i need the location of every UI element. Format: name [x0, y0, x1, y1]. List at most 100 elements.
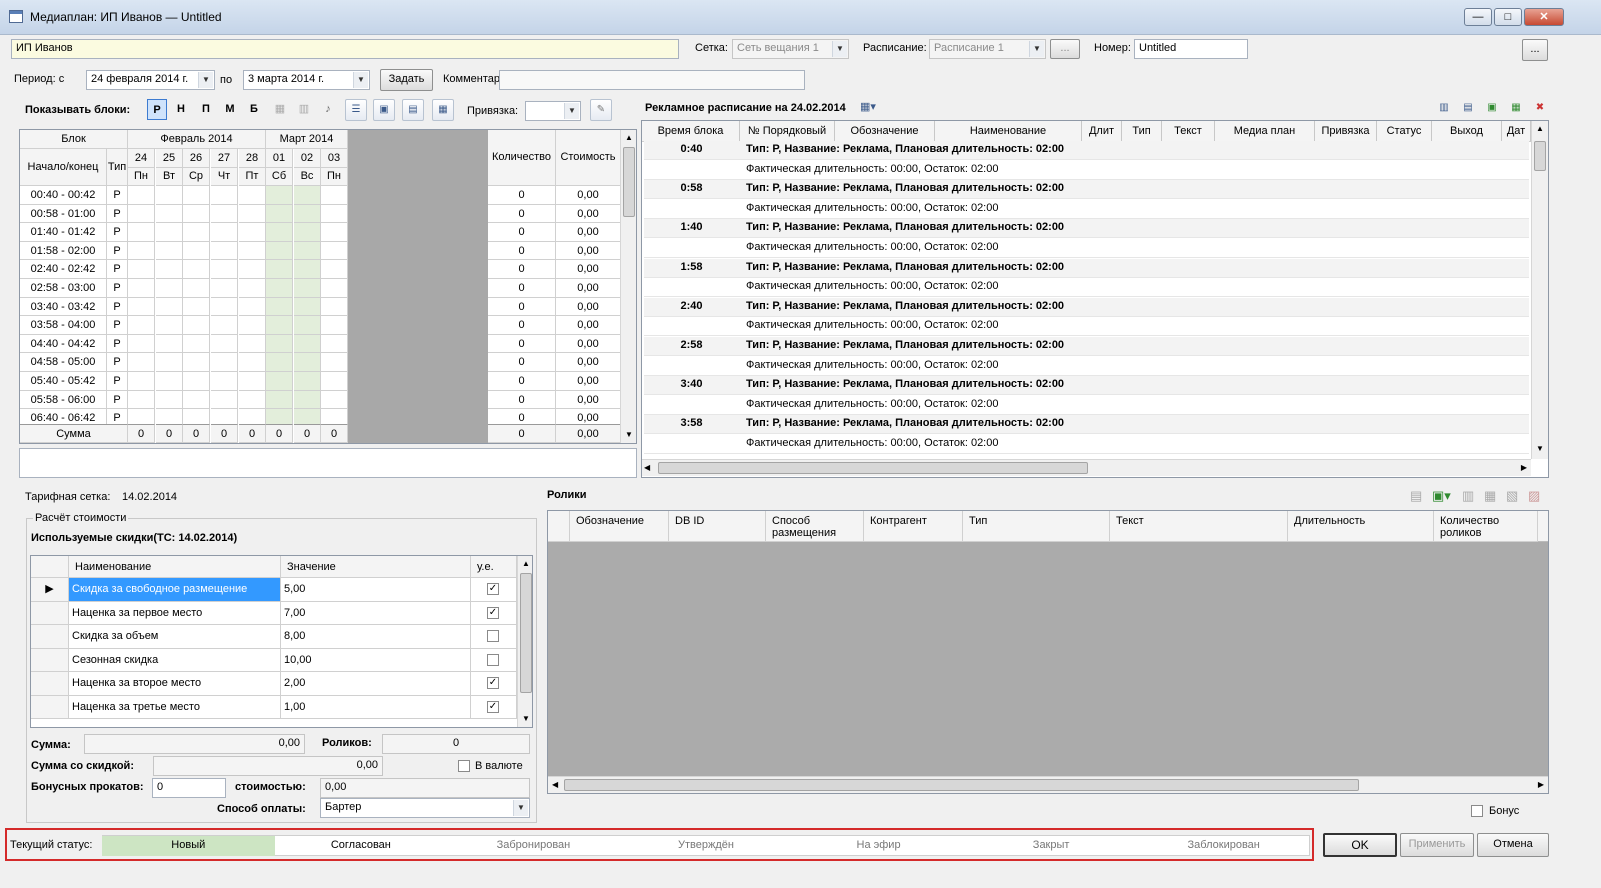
- discount-name[interactable]: Наценка за третье место: [69, 695, 281, 719]
- schedule-block-row[interactable]: 0:58 Тип: Р, Название: Реклама, Плановая …: [644, 180, 1529, 200]
- day-cell[interactable]: [156, 260, 183, 279]
- discount-ue-checkbox[interactable]: ✓: [487, 606, 499, 619]
- day-cell[interactable]: [128, 353, 155, 372]
- discount-ue-checkbox[interactable]: [487, 630, 499, 642]
- discount-value[interactable]: 1,00: [281, 695, 471, 719]
- day-cell[interactable]: [156, 186, 183, 205]
- list-move-icon[interactable]: ▦: [1506, 98, 1526, 118]
- day-cell[interactable]: [183, 223, 210, 242]
- day-cell[interactable]: [266, 316, 293, 335]
- status-step[interactable]: Новый: [102, 836, 275, 856]
- day-cell[interactable]: [266, 186, 293, 205]
- block-grid-scrollbar[interactable]: ▲ ▼: [620, 130, 636, 443]
- day-cell[interactable]: [211, 279, 238, 298]
- list-insert-icon[interactable]: ▣: [1482, 98, 1502, 118]
- status-step[interactable]: Забронирован: [447, 836, 620, 856]
- hscroll-thumb[interactable]: [658, 462, 1088, 474]
- day-cell[interactable]: [294, 279, 321, 298]
- schedule-block-fact-row[interactable]: Фактическая длительность: 00:00, Остаток…: [644, 317, 1529, 337]
- day-cell[interactable]: [239, 186, 266, 205]
- day-cell[interactable]: [294, 334, 321, 354]
- day-cell[interactable]: [156, 372, 183, 391]
- day-cell[interactable]: [156, 279, 183, 298]
- day-cell[interactable]: [321, 186, 348, 205]
- day-cell[interactable]: [266, 372, 293, 391]
- day-cell[interactable]: [321, 279, 348, 298]
- day-cell[interactable]: [128, 186, 155, 205]
- day-cell[interactable]: [183, 279, 210, 298]
- day-cell[interactable]: [294, 390, 321, 410]
- image-export-icon[interactable]: ▤: [402, 99, 424, 121]
- day-cell[interactable]: [321, 372, 348, 391]
- scroll-up-icon[interactable]: ▲: [1532, 121, 1548, 137]
- day-cell[interactable]: [183, 353, 210, 372]
- list-view-icon[interactable]: ▥: [1434, 98, 1454, 118]
- day-cell[interactable]: [266, 390, 293, 410]
- day-cell[interactable]: [183, 316, 210, 335]
- period-to-field[interactable]: 3 марта 2014 г. ▼: [243, 70, 370, 90]
- day-cell[interactable]: [321, 316, 348, 335]
- day-cell[interactable]: [294, 297, 321, 317]
- block-type-b-button[interactable]: Б: [244, 99, 264, 120]
- block-type-r-button[interactable]: Р: [147, 99, 167, 120]
- discount-name[interactable]: Наценка за второе место: [69, 672, 281, 696]
- day-cell[interactable]: [321, 297, 348, 317]
- minimize-button[interactable]: —: [1464, 8, 1492, 26]
- day-cell[interactable]: [211, 204, 238, 224]
- day-cell[interactable]: [294, 223, 321, 242]
- day-cell[interactable]: [128, 297, 155, 317]
- schedule-block-row[interactable]: 1:40 Тип: Р, Название: Реклама, Плановая …: [644, 219, 1529, 239]
- day-cell[interactable]: [266, 260, 293, 279]
- day-cell[interactable]: [128, 241, 155, 261]
- day-cell[interactable]: [211, 297, 238, 317]
- schedule-block-fact-row[interactable]: Фактическая длительность: 00:00, Остаток…: [644, 395, 1529, 415]
- day-cell[interactable]: [183, 204, 210, 224]
- day-cell[interactable]: [183, 334, 210, 354]
- day-cell[interactable]: [128, 260, 155, 279]
- day-cell[interactable]: [156, 297, 183, 317]
- schedule-block-row[interactable]: 1:58 Тип: Р, Название: Реклама, Плановая …: [644, 258, 1529, 278]
- close-button[interactable]: ✕: [1524, 8, 1564, 26]
- scroll-up-icon[interactable]: ▲: [518, 556, 532, 572]
- schedule-block-row[interactable]: 3:58 Тип: Р, Название: Реклама, Плановая …: [644, 415, 1529, 435]
- scroll-down-icon[interactable]: ▼: [621, 427, 636, 443]
- day-cell[interactable]: [211, 241, 238, 261]
- schedule-browse-button[interactable]: ...: [1050, 39, 1080, 59]
- day-cell[interactable]: [128, 390, 155, 410]
- edit-icon[interactable]: ✎: [590, 99, 612, 121]
- day-cell[interactable]: [239, 316, 266, 335]
- day-cell[interactable]: [128, 334, 155, 354]
- row-selector[interactable]: ▶: [31, 578, 69, 602]
- day-cell[interactable]: [156, 241, 183, 261]
- schedule-block-fact-row[interactable]: Фактическая длительность: 00:00, Остаток…: [644, 199, 1529, 219]
- scroll-right-icon[interactable]: ▶: [1538, 777, 1544, 793]
- status-step[interactable]: Согласован: [275, 836, 448, 856]
- spots-hscrollbar[interactable]: ◀ ▶: [548, 776, 1548, 793]
- day-cell[interactable]: [321, 260, 348, 279]
- day-cell[interactable]: [239, 334, 266, 354]
- scroll-right-icon[interactable]: ▶: [1521, 460, 1527, 476]
- day-cell[interactable]: [211, 316, 238, 335]
- table-icon[interactable]: ☰: [345, 99, 367, 121]
- discount-value[interactable]: 2,00: [281, 672, 471, 696]
- discount-name[interactable]: Скидка за свободное размещение: [69, 578, 281, 602]
- row-selector[interactable]: [31, 672, 69, 696]
- row-selector[interactable]: [31, 601, 69, 625]
- day-cell[interactable]: [211, 223, 238, 242]
- day-cell[interactable]: [266, 204, 293, 224]
- discount-name[interactable]: Скидка за объем: [69, 625, 281, 649]
- day-cell[interactable]: [211, 353, 238, 372]
- bonus-runs-field[interactable]: 0: [152, 778, 226, 798]
- day-cell[interactable]: [211, 390, 238, 410]
- day-cell[interactable]: [239, 390, 266, 410]
- day-cell[interactable]: [294, 204, 321, 224]
- day-cell[interactable]: [239, 260, 266, 279]
- day-cell[interactable]: [156, 204, 183, 224]
- discount-name[interactable]: Сезонная скидка: [69, 648, 281, 672]
- schedule-select[interactable]: Расписание 1 ▼: [929, 39, 1046, 59]
- day-cell[interactable]: [211, 186, 238, 205]
- discount-ue-checkbox[interactable]: ✓: [487, 700, 499, 713]
- discount-value[interactable]: 5,00: [281, 578, 471, 602]
- day-cell[interactable]: [321, 334, 348, 354]
- grid-view-icon[interactable]: ▦: [270, 99, 290, 120]
